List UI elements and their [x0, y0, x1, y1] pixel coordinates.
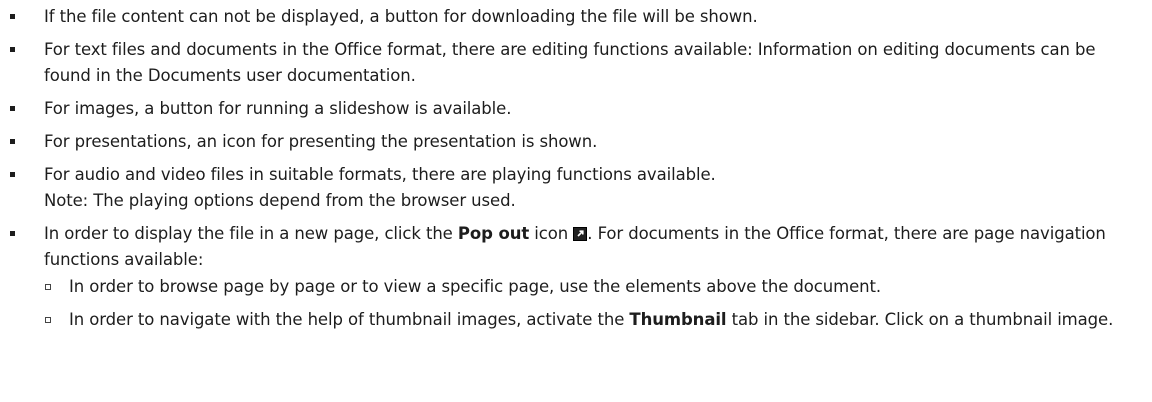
sub-list-item-text: In order to browse page by page or to vi… — [69, 277, 882, 296]
sub-list-item-text: In order to navigate with the help of th… — [69, 310, 630, 329]
list-item: For presentations, an icon for presentin… — [0, 129, 1139, 155]
list-item-text: icon — [529, 224, 569, 243]
list-item-text: If the file content can not be displayed… — [44, 7, 758, 26]
list-item-text: For audio and video files in suitable fo… — [44, 165, 716, 184]
bullet-list: If the file content can not be displayed… — [0, 4, 1152, 333]
list-item: For images, a button for running a slide… — [0, 96, 1139, 122]
sub-list-item: In order to navigate with the help of th… — [44, 307, 1139, 333]
list-item-note: Note: The playing options depend from th… — [44, 191, 516, 210]
list-item-text: For text files and documents in the Offi… — [44, 40, 1096, 85]
list-item-text: In order to display the file in a new pa… — [44, 224, 458, 243]
thumbnail-tab-label: Thumbnail — [629, 310, 727, 329]
list-item: If the file content can not be displayed… — [0, 4, 1139, 30]
pop-out-icon — [573, 227, 588, 241]
sub-list-item-text: tab in the sidebar. Click on a thumbnail… — [726, 310, 1114, 329]
list-item: For audio and video files in suitable fo… — [0, 162, 1139, 214]
list-item: In order to display the file in a new pa… — [0, 221, 1139, 333]
sub-bullet-list: In order to browse page by page or to vi… — [44, 274, 1139, 333]
sub-list-item: In order to browse page by page or to vi… — [44, 274, 1139, 300]
document-body: If the file content can not be displayed… — [0, 0, 1152, 333]
pop-out-label: Pop out — [457, 224, 530, 243]
list-item: For text files and documents in the Offi… — [0, 37, 1139, 89]
list-item-text: For presentations, an icon for presentin… — [44, 132, 598, 151]
list-item-text: For images, a button for running a slide… — [44, 99, 512, 118]
